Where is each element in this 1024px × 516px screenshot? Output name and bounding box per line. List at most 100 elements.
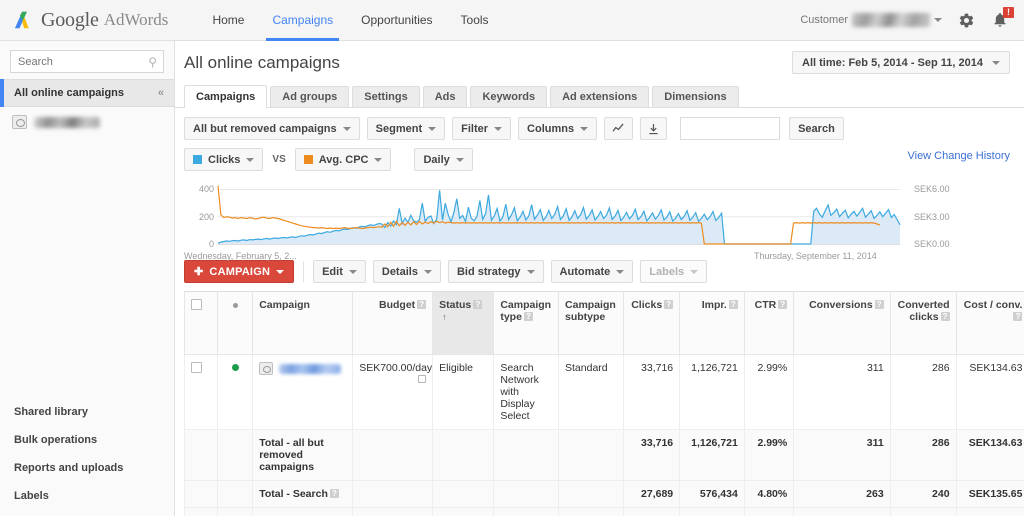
sidebar-campaign-name-redacted [34,116,100,128]
column-header-status[interactable]: Status ? ↑ [432,291,495,355]
date-range-label: All time: Feb 5, 2014 - Sep 11, 2014 [802,56,983,69]
column-header-conversions[interactable]: Conversions? [793,291,891,355]
help-icon[interactable]: ? [473,300,483,309]
column-header-campaign-type[interactable]: Campaign type? [493,291,560,355]
download-report-button[interactable] [640,117,668,140]
column-header-budget[interactable]: Budget? [352,291,434,355]
tab-ads[interactable]: Ads [422,86,468,107]
details-dropdown[interactable]: Details [372,260,441,283]
sort-ascending-icon[interactable]: ↑ [442,312,447,322]
column-header-campaign-subtype[interactable]: Campaign subtype [558,291,624,355]
toggle-chart-button[interactable] [604,117,634,140]
row-converted-clicks-cell: 286 [889,354,957,430]
new-campaign-button[interactable]: ✚ CAMPAIGN [184,260,295,283]
edit-budget-icon[interactable] [418,375,427,383]
column-header-status-dot[interactable] [216,291,254,355]
row-status-dot-cell [216,507,254,516]
plus-icon: ✚ [194,266,204,278]
search-icon: ⚲ [148,55,157,69]
chevron-down-icon [494,126,503,131]
details-label: Details [381,265,418,278]
column-header-clicks[interactable]: Clicks? [622,291,681,355]
tab-ad-groups[interactable]: Ad groups [270,86,350,107]
metric-value: 2.99% [757,362,788,374]
row-select-cell[interactable] [184,354,218,430]
help-icon[interactable]: ? [778,300,788,309]
settings-button[interactable] [956,10,976,30]
status-dot-icon [232,303,238,308]
row-budget-cell [352,429,434,481]
columns-dropdown[interactable]: Columns [518,117,598,140]
table-row-campaign[interactable]: SEK700.00/day Eligible Search Network with… [184,354,1024,430]
tab-ad-extensions[interactable]: Ad extensions [550,86,650,107]
performance-chart[interactable]: 0 200 400 SEK0.00 SEK3.00 SEK6.00 Wednes… [184,178,1020,261]
tab-dimensions[interactable]: Dimensions [652,86,739,107]
campaigns-table-wrap[interactable]: Campaign Budget? Status ?↑ Campaign type? Cam… [184,291,1024,516]
help-icon[interactable]: ? [329,489,339,498]
collapse-sidebar-icon[interactable]: « [158,87,164,99]
column-header-campaign[interactable]: Campaign [252,291,354,355]
metric-2-label: Avg. CPC [318,153,369,166]
sidebar-item-all-online-campaigns[interactable]: All online campaigns « [0,79,174,107]
chevron-down-icon [616,269,625,274]
help-icon[interactable]: ? [874,300,884,309]
help-icon[interactable]: ? [1013,312,1023,321]
tab-keywords[interactable]: Keywords [470,86,548,107]
nav-tools[interactable]: Tools [447,0,503,41]
metric-value: 263 [866,488,884,500]
help-icon[interactable]: ? [664,300,674,309]
metric-1-label: Clicks [208,153,241,166]
column-header-label: Cost / conv. [963,299,1023,311]
search-button[interactable]: Search [789,117,844,140]
metric-1-dropdown[interactable]: Clicks [184,148,264,171]
adwords-logo[interactable]: Google AdWords [14,9,168,32]
table-row-total[interactable]: Total - Display Network? 6,027550,2871.10… [184,507,1024,516]
help-icon[interactable]: ? [523,312,533,321]
row-impressions-cell: 1,126,721 [679,354,745,430]
row-checkbox[interactable] [191,362,202,373]
tab-settings[interactable]: Settings [352,86,420,107]
chevron-down-icon [580,126,589,131]
customer-label: Customer [800,14,848,26]
column-header-impressions[interactable]: Impr.? [679,291,745,355]
row-status-dot-cell [216,480,254,508]
tab-campaigns[interactable]: Campaigns [184,85,268,108]
campaign-thumbnail-icon [12,115,27,129]
help-icon[interactable]: ? [940,312,950,321]
sidebar-campaign-entry[interactable] [0,107,174,137]
filter-toolbar: All but removed campaigns Segment Filter… [175,108,1024,140]
table-row-total[interactable]: Total - all but removed campaigns 33,716 1… [184,429,1024,481]
column-header-converted-clicks[interactable]: Converted clicks? [889,291,957,355]
row-total-label-cell: Total - all but removed campaigns [252,429,354,481]
date-range-selector[interactable]: All time: Feb 5, 2014 - Sep 11, 2014 [792,51,1010,74]
bid-strategy-dropdown[interactable]: Bid strategy [447,260,544,283]
nav-opportunities[interactable]: Opportunities [347,0,446,41]
granularity-dropdown[interactable]: Daily [414,148,473,171]
column-header-ctr[interactable]: CTR? [743,291,795,355]
sidebar-search-input[interactable] [10,50,164,73]
sidebar-item-shared-library[interactable]: Shared library [0,398,174,426]
column-header-cost-per-conv[interactable]: Cost / conv.? [955,291,1024,355]
table-search-input[interactable] [680,117,781,140]
edit-dropdown[interactable]: Edit [313,260,366,283]
filter-dropdown[interactable]: Filter [452,117,512,140]
nav-home[interactable]: Home [198,0,258,41]
nav-campaigns[interactable]: Campaigns [258,0,347,41]
help-icon[interactable]: ? [417,300,427,309]
view-change-history-link[interactable]: View Change History [907,150,1010,162]
sidebar-item-labels[interactable]: Labels [0,482,174,510]
select-all-checkbox[interactable] [191,299,202,310]
row-campaign-cell [252,354,354,430]
labels-dropdown[interactable]: Labels [640,260,708,283]
segment-dropdown[interactable]: Segment [366,117,446,140]
sidebar-item-bulk-operations[interactable]: Bulk operations [0,426,174,454]
customer-selector[interactable]: Customer [800,13,942,27]
help-icon[interactable]: ? [728,300,738,309]
notifications-button[interactable]: ! [990,7,1014,30]
table-row-total[interactable]: Total - Search? 27,689 576,434 4.80% 263 240 S… [184,480,1024,508]
automate-dropdown[interactable]: Automate [550,260,634,283]
column-header-select-all[interactable] [184,291,218,355]
campaign-scope-dropdown[interactable]: All but removed campaigns [184,117,360,140]
metric-2-dropdown[interactable]: Avg. CPC [294,148,392,171]
sidebar-item-reports-and-uploads[interactable]: Reports and uploads [0,454,174,482]
